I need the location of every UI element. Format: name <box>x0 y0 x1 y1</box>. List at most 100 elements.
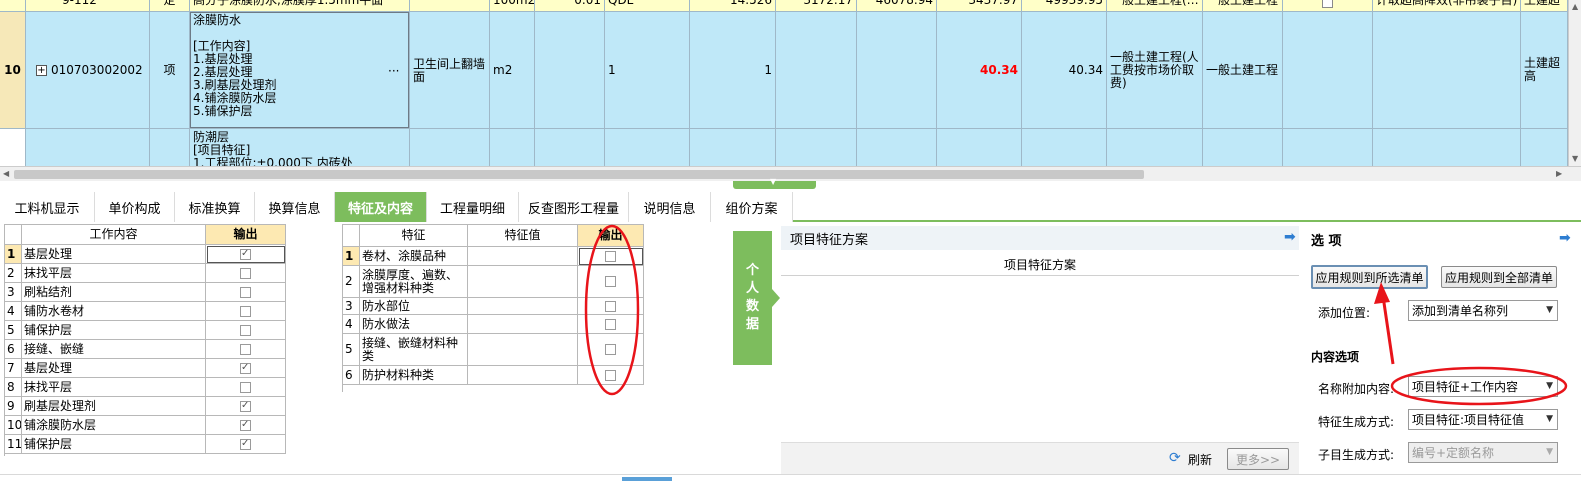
feature-value-cell[interactable] <box>468 315 578 334</box>
horizontal-scrollbar[interactable]: ◀ ▶ <box>0 166 1581 181</box>
row-number: 7 <box>5 359 22 378</box>
row-type: 项 <box>150 12 190 129</box>
expand-icon[interactable]: + <box>36 64 47 76</box>
output-checkbox[interactable] <box>240 381 251 393</box>
work-item-label[interactable]: 刷基层处理剂 <box>22 397 206 416</box>
name-line: 1.工程部位:±0.000下 内砖处 <box>193 156 353 167</box>
output-checkbox[interactable] <box>240 399 251 412</box>
table-row[interactable]: 9-112 定 高分子涂膜防水,涂膜厚1.5mm平面 100m2 0.01 QD… <box>0 0 1568 12</box>
tab-8[interactable]: 说明信息 <box>629 192 711 222</box>
row-number: 8 <box>5 378 22 397</box>
select-value: 编号+定额名称 <box>1412 446 1495 460</box>
work-item-label[interactable]: 抹找平层 <box>22 378 206 397</box>
child-mode-select[interactable]: 编号+定额名称 ▼ <box>1408 442 1558 463</box>
arrow-right-icon[interactable]: ➡ <box>1284 229 1296 245</box>
row-extra: 土建超高 <box>1521 12 1568 129</box>
row-specialty: 一般土建工程 <box>1203 12 1283 129</box>
feature-mode-select[interactable]: 项目特征:项目特征值 ▼ <box>1408 409 1558 430</box>
feature-value-cell[interactable] <box>468 266 578 298</box>
work-item-label[interactable]: 铺涂膜防水层 <box>22 416 206 435</box>
column-header[interactable]: 特征 <box>360 224 468 247</box>
output-checkbox[interactable] <box>240 324 251 336</box>
arrow-right-icon[interactable]: ➡ <box>1559 230 1571 246</box>
personal-data-char: 个 <box>745 263 759 278</box>
select-value: 项目特征:项目特征值 <box>1412 413 1525 427</box>
bill-grid: 9-112 定 高分子涂膜防水,涂膜厚1.5mm平面 100m2 0.01 QD… <box>0 0 1568 166</box>
scroll-thumb[interactable] <box>14 170 1144 179</box>
work-item-label[interactable]: 铺保护层 <box>22 321 206 340</box>
feature-label[interactable]: 接缝、嵌缝材料种类 <box>360 334 468 366</box>
tab-3[interactable]: 标准换算 <box>175 192 255 222</box>
tab-7[interactable]: 反查图形工程量 <box>519 192 629 222</box>
feature-value-cell[interactable] <box>468 366 578 385</box>
output-checkbox[interactable] <box>240 361 251 374</box>
row-name: 高分子涂膜防水,涂膜厚1.5mm平面 <box>190 0 410 12</box>
scroll-left-icon[interactable]: ◀ <box>3 169 9 178</box>
more-button[interactable]: 更多>> <box>1227 448 1289 470</box>
row-unit: m2 <box>490 12 535 129</box>
refresh-button[interactable]: 刷新 <box>1188 451 1212 468</box>
row-expr: 0.01 <box>535 0 605 12</box>
row-number: 1 <box>5 245 22 264</box>
work-item-label[interactable]: 基层处理 <box>22 359 206 378</box>
personal-data-tab[interactable]: 个人数据 <box>733 231 772 365</box>
tab-9[interactable]: 组价方案 <box>711 192 793 222</box>
row-value: 3437.97 <box>937 0 1022 12</box>
tab-6[interactable]: 工程量明细 <box>427 192 519 222</box>
table-row[interactable]: 防潮层 [项目特征] 1.工程部位:±0.000下 内砖处 <box>0 129 1568 166</box>
output-checkbox[interactable] <box>240 247 251 260</box>
output-cell <box>206 245 286 264</box>
work-item-label[interactable]: 铺防水卷材 <box>22 302 206 321</box>
feature-label[interactable]: 涂膜厚度、遍数、增强材料种类 <box>360 266 468 298</box>
output-checkbox[interactable] <box>240 286 251 298</box>
scroll-up-icon[interactable]: ▲ <box>1572 2 1578 11</box>
scheme-list[interactable] <box>781 276 1299 442</box>
scroll-right-icon[interactable]: ▶ <box>1556 169 1562 178</box>
feature-mode-label: 特征生成方式: <box>1318 415 1395 429</box>
output-checkbox[interactable] <box>240 267 251 279</box>
output-checkbox[interactable] <box>240 305 251 317</box>
vertical-scrollbar[interactable]: ▲ ▼ <box>1568 0 1581 166</box>
work-item-label[interactable]: 基层处理 <box>22 245 206 264</box>
row-number: 4 <box>343 315 360 334</box>
column-header[interactable]: 特征值 <box>468 224 578 247</box>
detail-tabs: 工料机显示 单价构成 标准换算 换算信息 特征及内容 工程量明细 反查图形工程量 说明信息 组价… <box>0 192 1581 222</box>
tab-5[interactable]: 特征及内容 <box>335 192 427 222</box>
row-extra: 土建超 <box>1521 0 1568 12</box>
work-item-label[interactable]: 铺保护层 <box>22 435 206 454</box>
feature-value-cell[interactable] <box>468 298 578 315</box>
output-checkbox[interactable] <box>240 343 251 355</box>
scroll-down-icon[interactable]: ▼ <box>1572 154 1578 163</box>
output-checkbox[interactable] <box>240 437 251 450</box>
work-item-label[interactable]: 接缝、嵌缝 <box>22 340 206 359</box>
output-checkbox[interactable] <box>240 418 251 431</box>
work-content-table: 工作内容 输出 1基层处理2抹找平层3刷粘结剂4铺防水卷材5铺保护层6接缝、嵌缝… <box>4 224 286 456</box>
ellipsis-button[interactable]: ··· <box>388 64 399 78</box>
row-number: 4 <box>5 302 22 321</box>
feature-label[interactable]: 防水做法 <box>360 315 468 334</box>
output-cell <box>206 435 286 454</box>
row-number: 2 <box>343 266 360 298</box>
tab-4[interactable]: 换算信息 <box>255 192 335 222</box>
feature-label[interactable]: 卷材、涂膜品种 <box>360 247 468 266</box>
feature-value-cell[interactable] <box>468 247 578 266</box>
output-cell <box>206 397 286 416</box>
row-value: 49939.95 <box>1022 0 1107 12</box>
column-header[interactable]: 工作内容 <box>22 224 206 245</box>
work-item-label[interactable]: 抹找平层 <box>22 264 206 283</box>
refresh-icon[interactable]: ⟳ <box>1169 450 1181 466</box>
feature-label[interactable]: 防护材料种类 <box>360 366 468 385</box>
feature-label[interactable]: 防水部位 <box>360 298 468 315</box>
feature-value-cell[interactable] <box>468 334 578 366</box>
table-row-selected[interactable]: 10 + 010703002002 项 涂膜防水 [工作内容] 1.基层处理 2.基层… <box>0 12 1568 129</box>
cell-editor[interactable] <box>190 12 409 128</box>
row-number: 10 <box>0 12 26 129</box>
tab-1[interactable]: 工料机显示 <box>0 192 95 222</box>
column-header[interactable]: 输出 <box>206 224 286 245</box>
tab-2[interactable]: 单价构成 <box>95 192 175 222</box>
row-checkbox[interactable] <box>1322 0 1333 8</box>
scheme-column-header[interactable]: 项目特征方案 <box>781 254 1299 276</box>
output-cell <box>206 283 286 302</box>
work-item-label[interactable]: 刷粘结剂 <box>22 283 206 302</box>
panel-splitter[interactable]: ▼ <box>733 177 816 189</box>
